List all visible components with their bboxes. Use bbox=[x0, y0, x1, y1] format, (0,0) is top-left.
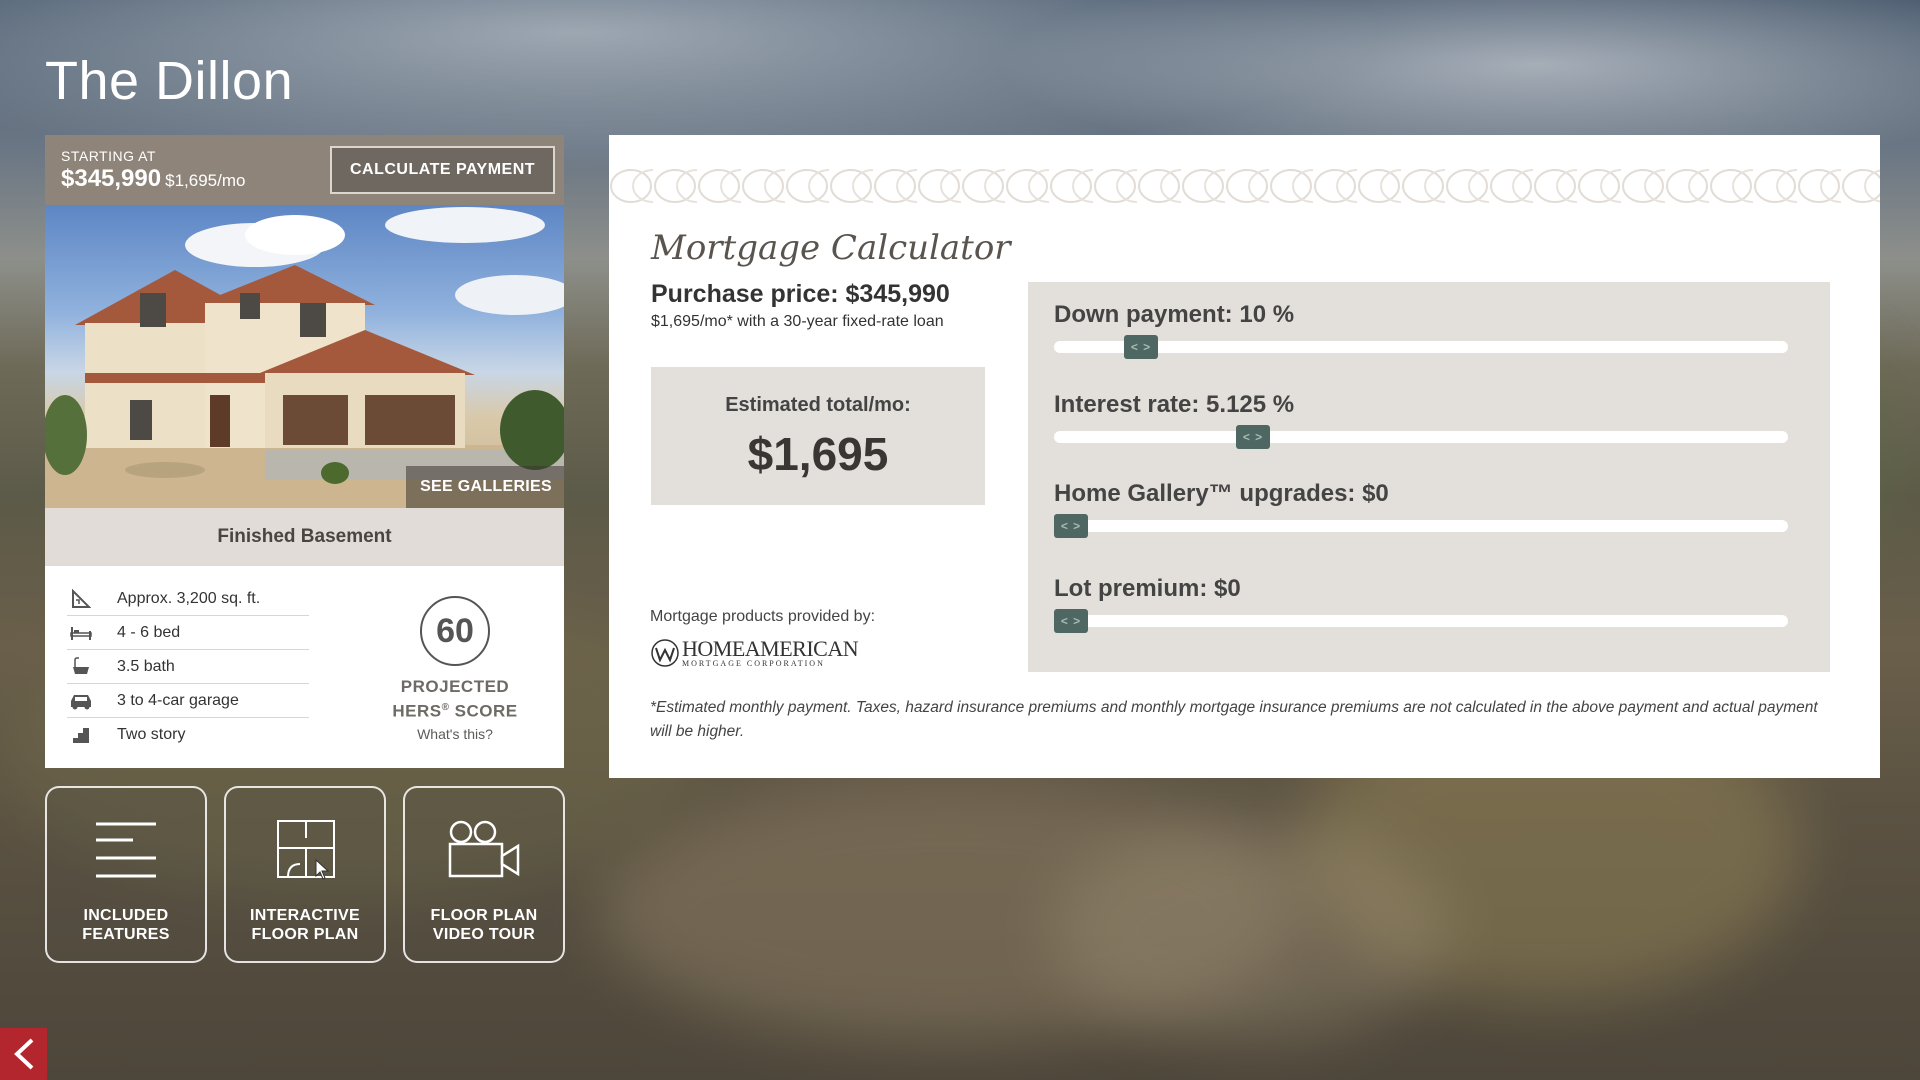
down-payment-thumb[interactable]: < > bbox=[1124, 335, 1158, 359]
stairs-icon bbox=[67, 725, 95, 745]
interest-rate-slider[interactable]: < > bbox=[1054, 425, 1788, 449]
spec-item: Two story bbox=[67, 718, 309, 752]
interest-rate-slider-group: Interest rate: 5.125 % < > bbox=[1054, 391, 1788, 449]
estimated-total-box: Estimated total/mo: $1,695 bbox=[651, 367, 985, 505]
starting-at-label: STARTING AT bbox=[61, 148, 156, 164]
lot-premium-slider[interactable]: < > bbox=[1054, 609, 1788, 633]
price-value: $345,990 bbox=[61, 165, 162, 192]
tile-label: INTERACTIVE FLOOR PLAN bbox=[250, 907, 360, 943]
spec-text: 3.5 bath bbox=[117, 657, 175, 675]
floor-plan-video-tour-button[interactable]: FLOOR PLAN VIDEO TOUR bbox=[403, 786, 565, 963]
hers-score-label: PROJECTED HERS® SCORE bbox=[385, 676, 525, 722]
hers-score: 60 PROJECTED HERS® SCORE What's this? bbox=[385, 596, 525, 742]
included-features-button[interactable]: INCLUDED FEATURES bbox=[45, 786, 207, 963]
house-image bbox=[45, 207, 564, 508]
spec-item: 4 - 6 bed bbox=[67, 616, 309, 650]
calculator-title: Mortgage Calculator bbox=[651, 228, 1011, 268]
provided-by-label: Mortgage products provided by: bbox=[650, 608, 876, 625]
chevron-left-icon bbox=[13, 1038, 33, 1070]
mortgage-calculator-panel: Mortgage Calculator Purchase price: $345… bbox=[609, 135, 1880, 778]
upgrades-slider[interactable]: < > bbox=[1054, 514, 1788, 538]
page-title: The Dillon bbox=[45, 51, 294, 111]
down-payment-slider-group: Down payment: 10 % < > bbox=[1054, 301, 1788, 359]
interest-rate-thumb[interactable]: < > bbox=[1236, 425, 1270, 449]
whats-this-link[interactable]: What's this? bbox=[385, 726, 525, 742]
purchase-subtext: $1,695/mo* with a 30-year fixed-rate loa… bbox=[651, 313, 944, 330]
spec-item: 3 to 4-car garage bbox=[67, 684, 309, 718]
action-tiles: INCLUDED FEATURES INTERACTIVE FLOOR PLAN… bbox=[45, 786, 565, 963]
decorative-border bbox=[609, 163, 1880, 209]
hers-label-hers: HERS bbox=[392, 701, 442, 721]
spec-text: Two story bbox=[117, 726, 186, 743]
bed-icon bbox=[67, 623, 95, 643]
hers-label-score: SCORE bbox=[449, 701, 518, 721]
spec-text: 4 - 6 bed bbox=[117, 623, 181, 641]
slider-panel: Down payment: 10 % < > Interest rate: 5.… bbox=[1028, 282, 1830, 672]
upgrades-slider-group: Home Gallery™ upgrades: $0 < > bbox=[1054, 480, 1788, 538]
back-button[interactable] bbox=[0, 1028, 47, 1080]
floor-plan-icon bbox=[226, 818, 384, 888]
down-payment-slider[interactable]: < > bbox=[1054, 335, 1788, 359]
interest-rate-label: Interest rate: 5.125 % bbox=[1054, 391, 1295, 418]
video-camera-icon bbox=[405, 818, 563, 888]
hers-label-line1: PROJECTED bbox=[400, 677, 510, 696]
spec-item: Approx. 3,200 sq. ft. bbox=[67, 582, 309, 616]
home-card: STARTING AT $345,990 $1,695/mo CALCULATE … bbox=[45, 135, 564, 768]
estimated-total-value: $1,695 bbox=[747, 428, 889, 480]
option-label: Finished Basement bbox=[45, 508, 564, 566]
price: $345,990 $1,695/mo bbox=[61, 165, 245, 193]
spec-item: 3.5 bath bbox=[67, 650, 309, 684]
down-payment-label: Down payment: 10 % bbox=[1054, 301, 1295, 328]
see-galleries-button[interactable]: SEE GALLERIES bbox=[406, 466, 564, 508]
price-bar: STARTING AT $345,990 $1,695/mo CALCULATE … bbox=[45, 135, 564, 205]
hers-score-value: 60 bbox=[420, 596, 490, 666]
logo-text: HOMEAMERICAN bbox=[682, 635, 859, 661]
homeamerican-emblem-icon bbox=[651, 639, 679, 667]
interactive-floor-plan-button[interactable]: INTERACTIVE FLOOR PLAN bbox=[224, 786, 386, 963]
list-icon bbox=[47, 818, 205, 888]
tile-label: FLOOR PLAN VIDEO TOUR bbox=[430, 907, 538, 943]
homeamerican-logo: HOMEAMERICAN MORTGAGE CORPORATION bbox=[650, 635, 859, 668]
upgrades-thumb[interactable]: < > bbox=[1054, 514, 1088, 538]
disclaimer: *Estimated monthly payment. Taxes, hazar… bbox=[650, 699, 1818, 740]
home-photo[interactable]: SEE GALLERIES bbox=[45, 205, 564, 508]
spec-text: 3 to 4-car garage bbox=[117, 691, 239, 709]
home-specs: Approx. 3,200 sq. ft. 4 - 6 bed 3.5 bath… bbox=[45, 566, 564, 768]
calculate-payment-button[interactable]: CALCULATE PAYMENT bbox=[330, 146, 555, 194]
spec-text: Approx. 3,200 sq. ft. bbox=[117, 589, 261, 607]
spec-list: Approx. 3,200 sq. ft. 4 - 6 bed 3.5 bath… bbox=[67, 582, 309, 752]
tile-label: INCLUDED FEATURES bbox=[82, 907, 170, 943]
lot-premium-slider-group: Lot premium: $0 < > bbox=[1054, 575, 1788, 633]
square-footage-icon bbox=[67, 588, 95, 609]
upgrades-label: Home Gallery™ upgrades: $0 bbox=[1054, 480, 1389, 507]
lot-premium-label: Lot premium: $0 bbox=[1054, 575, 1241, 602]
bathtub-icon bbox=[67, 656, 95, 677]
purchase-price: Purchase price: $345,990 bbox=[651, 280, 950, 308]
car-icon bbox=[67, 691, 95, 711]
lot-premium-thumb[interactable]: < > bbox=[1054, 609, 1088, 633]
price-monthly: $1,695/mo bbox=[165, 171, 246, 190]
estimated-total-label: Estimated total/mo: bbox=[725, 394, 911, 416]
